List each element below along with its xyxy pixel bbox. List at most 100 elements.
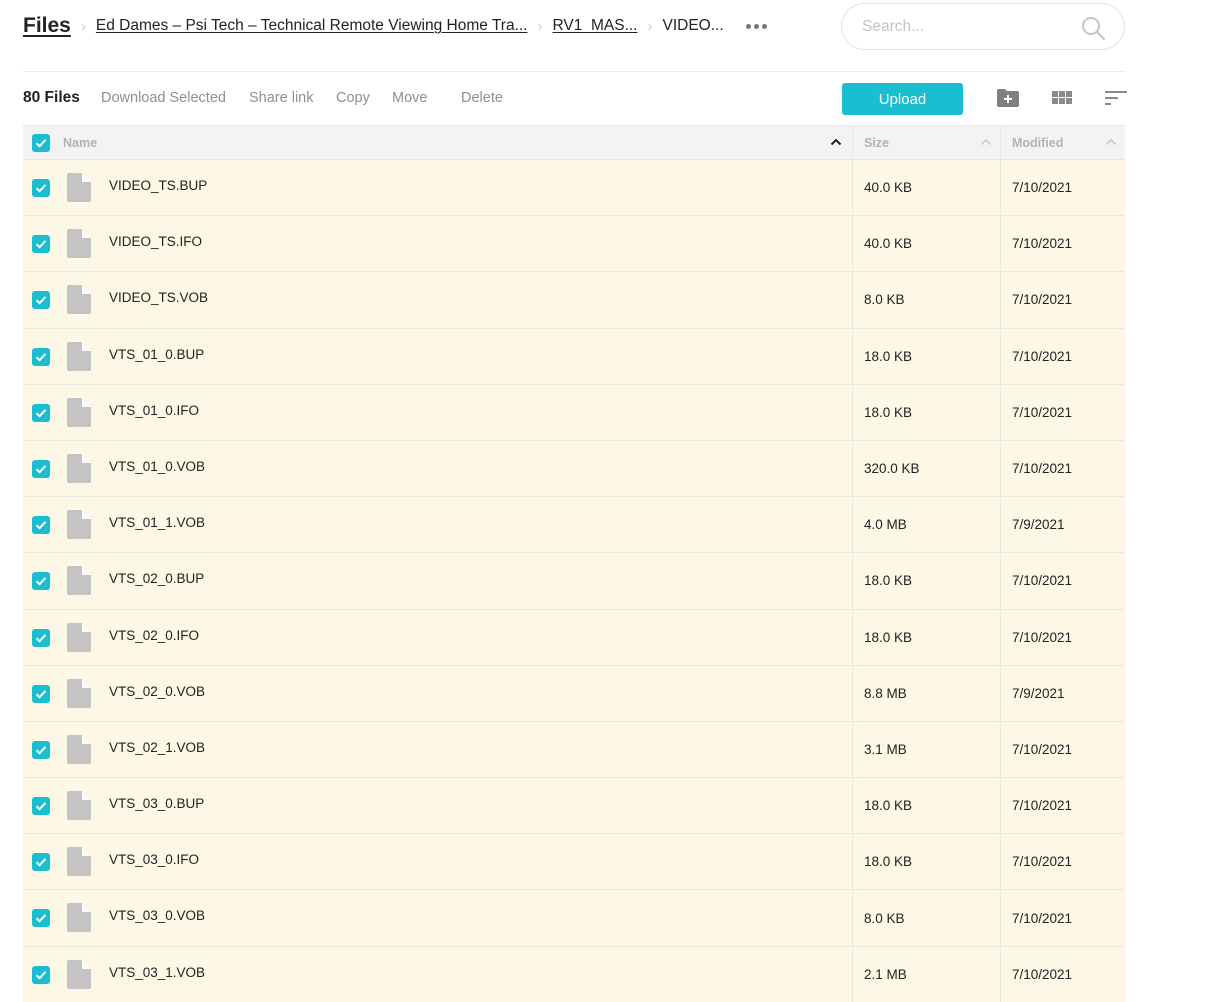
table-row[interactable]: VIDEO_TS.BUP 40.0 KB 7/10/2021 <box>23 160 1125 217</box>
table-row[interactable]: VTS_03_0.BUP 18.0 KB 7/10/2021 <box>23 778 1125 835</box>
row-checkbox[interactable] <box>32 459 50 478</box>
header: Files › Ed Dames – Psi Tech – Technical … <box>23 0 1125 72</box>
file-name[interactable]: VTS_03_0.IFO <box>109 852 199 867</box>
more-horizontal-icon[interactable] <box>745 23 767 29</box>
share-link-button[interactable]: Share link <box>249 90 313 106</box>
table-row[interactable]: VTS_01_0.BUP 18.0 KB 7/10/2021 <box>23 328 1125 385</box>
file-modified: 7/10/2021 <box>1000 609 1125 665</box>
file-icon <box>67 903 91 933</box>
row-checkbox[interactable] <box>32 853 50 872</box>
file-icon <box>67 622 91 652</box>
file-size: 320.0 KB <box>852 440 1000 497</box>
file-icon <box>67 678 91 708</box>
row-checkbox[interactable] <box>32 572 50 591</box>
file-size: 8.8 MB <box>852 665 1000 721</box>
table-row[interactable]: VTS_02_0.VOB 8.8 MB 7/9/2021 <box>23 665 1125 722</box>
table-row[interactable]: VIDEO_TS.VOB 8.0 KB 7/10/2021 <box>23 272 1125 329</box>
file-icon <box>67 341 91 371</box>
file-name[interactable]: VTS_02_0.BUP <box>109 571 204 586</box>
column-header-name[interactable]: Name <box>63 126 851 160</box>
file-size: 3.1 MB <box>852 721 1000 778</box>
breadcrumb-course-folder[interactable]: Ed Dames – Psi Tech – Technical Remote V… <box>96 17 528 35</box>
table-row[interactable]: VTS_02_0.IFO 18.0 KB 7/10/2021 <box>23 609 1125 666</box>
file-icon <box>67 847 91 877</box>
file-icon <box>67 959 91 989</box>
table-row[interactable]: VIDEO_TS.IFO 40.0 KB 7/10/2021 <box>23 216 1125 273</box>
row-checkbox[interactable] <box>32 965 50 984</box>
row-checkbox[interactable] <box>32 684 50 703</box>
sort-ascending-icon[interactable] <box>830 137 842 147</box>
table-row[interactable]: VTS_01_0.IFO 18.0 KB 7/10/2021 <box>23 384 1125 441</box>
row-checkbox[interactable] <box>32 909 50 928</box>
file-name[interactable]: VIDEO_TS.IFO <box>109 234 202 249</box>
row-checkbox[interactable] <box>32 291 50 310</box>
copy-button[interactable]: Copy <box>336 90 370 106</box>
file-size: 18.0 KB <box>852 834 1000 890</box>
file-name[interactable]: VTS_01_0.IFO <box>109 403 199 418</box>
table-row[interactable]: VTS_03_1.VOB 2.1 MB 7/10/2021 <box>23 946 1125 1002</box>
breadcrumb-rv1-folder[interactable]: RV1_MAS... <box>552 17 637 35</box>
file-modified: 7/10/2021 <box>1000 440 1125 497</box>
table-row[interactable]: VTS_01_0.VOB 320.0 KB 7/10/2021 <box>23 440 1125 498</box>
sort-ascending-icon[interactable] <box>980 137 992 147</box>
file-name[interactable]: VTS_03_1.VOB <box>109 965 205 980</box>
sort-icon[interactable] <box>1103 87 1127 109</box>
column-header-size[interactable]: Size <box>852 126 1000 160</box>
file-name[interactable]: VTS_03_0.BUP <box>109 796 204 811</box>
row-checkbox[interactable] <box>32 740 50 759</box>
table-row[interactable]: VTS_03_0.VOB 8.0 KB 7/10/2021 <box>23 890 1125 947</box>
row-checkbox[interactable] <box>32 516 50 535</box>
file-modified: 7/10/2021 <box>1000 216 1125 272</box>
file-size: 4.0 MB <box>852 497 1000 553</box>
search-icon[interactable] <box>1080 15 1106 41</box>
breadcrumb-files[interactable]: Files <box>23 14 71 38</box>
upload-button[interactable]: Upload <box>842 83 963 115</box>
row-checkbox[interactable] <box>32 179 50 197</box>
file-icon <box>67 229 91 259</box>
column-label-name: Name <box>63 136 98 150</box>
sort-ascending-icon[interactable] <box>1105 137 1117 147</box>
row-checkbox[interactable] <box>32 403 50 422</box>
chevron-right-icon: › <box>537 17 543 35</box>
table-row[interactable]: VTS_01_1.VOB 4.0 MB 7/9/2021 <box>23 497 1125 554</box>
select-all-checkbox[interactable] <box>32 134 50 152</box>
file-icon <box>67 397 91 427</box>
chevron-right-icon: › <box>647 17 653 35</box>
row-checkbox[interactable] <box>32 235 50 254</box>
file-name[interactable]: VTS_01_0.BUP <box>109 347 204 362</box>
file-icon <box>67 510 91 540</box>
file-name[interactable]: VTS_01_0.VOB <box>109 459 205 474</box>
file-icon <box>67 734 91 764</box>
file-name[interactable]: VTS_02_1.VOB <box>109 740 205 755</box>
file-modified: 7/10/2021 <box>1000 721 1125 778</box>
delete-button[interactable]: Delete <box>461 90 503 106</box>
new-folder-icon[interactable] <box>996 87 1020 109</box>
file-size: 18.0 KB <box>852 328 1000 384</box>
table-row[interactable]: VTS_02_1.VOB 3.1 MB 7/10/2021 <box>23 721 1125 779</box>
move-button[interactable]: Move <box>392 90 427 106</box>
file-size: 18.0 KB <box>852 778 1000 834</box>
file-name[interactable]: VTS_02_0.IFO <box>109 628 199 643</box>
search-input[interactable] <box>862 16 1062 38</box>
table-row[interactable]: VTS_03_0.IFO 18.0 KB 7/10/2021 <box>23 834 1125 891</box>
file-size: 8.0 KB <box>852 890 1000 946</box>
file-name[interactable]: VTS_03_0.VOB <box>109 908 205 923</box>
file-name[interactable]: VIDEO_TS.VOB <box>109 290 208 305</box>
grid-view-icon[interactable] <box>1050 87 1074 109</box>
file-name[interactable]: VIDEO_TS.BUP <box>109 178 207 193</box>
file-modified: 7/10/2021 <box>1000 946 1125 1002</box>
row-checkbox[interactable] <box>32 347 50 366</box>
column-label-size: Size <box>864 136 890 150</box>
file-count: 80 Files <box>23 89 80 106</box>
file-modified: 7/10/2021 <box>1000 778 1125 834</box>
table-body: VIDEO_TS.BUP 40.0 KB 7/10/2021 VIDEO_TS.… <box>23 160 1125 1002</box>
file-name[interactable]: VTS_01_1.VOB <box>109 515 205 530</box>
breadcrumb-current-folder: VIDEO... <box>662 17 724 34</box>
row-checkbox[interactable] <box>32 797 50 816</box>
column-header-modified[interactable]: Modified <box>1000 126 1125 160</box>
file-name[interactable]: VTS_02_0.VOB <box>109 684 205 699</box>
file-modified: 7/9/2021 <box>1000 497 1125 553</box>
table-row[interactable]: VTS_02_0.BUP 18.0 KB 7/10/2021 <box>23 553 1125 610</box>
row-checkbox[interactable] <box>32 628 50 647</box>
download-selected-button[interactable]: Download Selected <box>101 90 226 106</box>
